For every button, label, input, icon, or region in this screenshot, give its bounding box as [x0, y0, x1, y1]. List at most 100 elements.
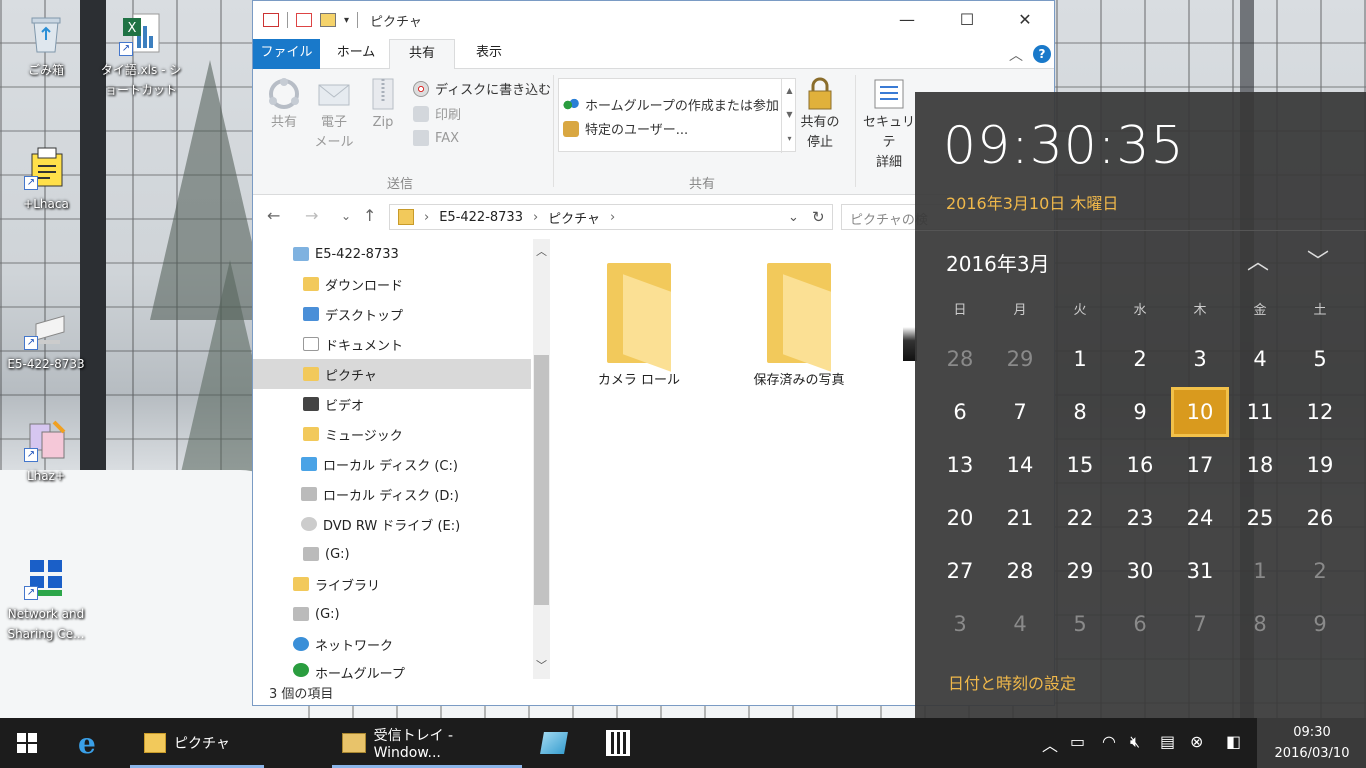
- folder-saved-pictures[interactable]: 保存済みの写真: [729, 263, 869, 388]
- back-arrow-icon[interactable]: ←: [267, 206, 280, 225]
- calendar-day[interactable]: 2: [1111, 334, 1169, 384]
- calendar-day[interactable]: 17: [1171, 440, 1229, 490]
- print-button[interactable]: 印刷: [413, 104, 461, 123]
- fax-button[interactable]: FAX: [413, 130, 459, 146]
- nav-item-documents[interactable]: ドキュメント: [303, 329, 533, 359]
- calendar-day[interactable]: 24: [1171, 493, 1229, 543]
- show-hidden-icons[interactable]: ︿: [1042, 732, 1058, 756]
- desktop-icon-excel-shortcut[interactable]: X ↗ タイ語.xls - ショートカット: [96, 12, 186, 100]
- nav-item-drive-d[interactable]: ローカル ディスク (D:): [301, 479, 533, 509]
- properties-icon[interactable]: [263, 13, 279, 27]
- nav-item-drive-g[interactable]: (G:): [303, 539, 533, 569]
- calendar-day[interactable]: 23: [1111, 493, 1169, 543]
- breadcrumb-computer[interactable]: E5-422-8733: [439, 210, 523, 225]
- next-month-icon[interactable]: ﹀: [1307, 244, 1329, 276]
- new-folder-icon[interactable]: [320, 13, 336, 27]
- tab-view[interactable]: 表示: [459, 39, 519, 69]
- desktop-icon-recycle-bin[interactable]: ごみ箱: [0, 12, 92, 80]
- nav-item-videos[interactable]: ビデオ: [303, 389, 533, 419]
- taskbar-internet-explorer[interactable]: e: [78, 718, 96, 768]
- nav-item-network[interactable]: ネットワーク: [293, 629, 533, 659]
- action-center-icon[interactable]: ▤: [1160, 732, 1175, 751]
- calendar-day[interactable]: 6: [1111, 599, 1169, 649]
- calendar-day[interactable]: 21: [991, 493, 1049, 543]
- taskbar-mail[interactable]: 受信トレイ - Window...: [332, 718, 522, 768]
- nav-item-pictures[interactable]: ピクチャ: [253, 359, 531, 389]
- close-button[interactable]: ✕: [995, 1, 1054, 39]
- specific-users-item[interactable]: 特定のユーザー...: [563, 119, 688, 138]
- share-list-scroll[interactable]: ▲ ▼ ▾: [781, 79, 797, 153]
- calendar-day[interactable]: 13: [931, 440, 989, 490]
- nav-item-homegroup[interactable]: ホームグループ: [293, 659, 533, 679]
- tab-file[interactable]: ファイル: [253, 39, 320, 69]
- desktop-icon-lhaca[interactable]: ↗ +Lhaca: [0, 146, 92, 214]
- taskbar-explorer-pictures[interactable]: ピクチャ: [130, 718, 264, 768]
- calendar-day[interactable]: 8: [1231, 599, 1289, 649]
- calendar-day[interactable]: 20: [931, 493, 989, 543]
- calendar-day[interactable]: 29: [1051, 546, 1109, 596]
- stop-sharing-button[interactable]: 共有の 停止: [798, 77, 842, 153]
- calendar-day[interactable]: 28: [931, 334, 989, 384]
- nav-item-drive-c[interactable]: ローカル ディスク (C:): [301, 449, 533, 479]
- calendar-day[interactable]: 27: [931, 546, 989, 596]
- breadcrumb-pictures[interactable]: ピクチャ: [548, 208, 600, 227]
- taskbar-clock[interactable]: 09:30 2016/03/10: [1262, 722, 1362, 764]
- clock-date[interactable]: 2016年3月10日 木曜日: [946, 190, 1118, 214]
- scroll-down-icon[interactable]: ﹀: [536, 657, 547, 673]
- nav-item-libraries[interactable]: ライブラリ: [293, 569, 533, 599]
- nav-item-desktop[interactable]: デスクトップ: [303, 299, 533, 329]
- calendar-day[interactable]: 9: [1291, 599, 1349, 649]
- address-dropdown-icon[interactable]: ⌄: [788, 210, 799, 225]
- desktop-icon-network-sharing[interactable]: ↗ Network and Sharing Ce...: [0, 556, 92, 644]
- calendar-day-today[interactable]: 10: [1171, 387, 1229, 437]
- calendar-day[interactable]: 3: [1171, 334, 1229, 384]
- homegroup-share-item[interactable]: ホームグループの作成または参加: [563, 95, 779, 114]
- forward-arrow-icon[interactable]: →: [305, 206, 318, 225]
- calendar-day[interactable]: 19: [1291, 440, 1349, 490]
- calendar-day[interactable]: 15: [1051, 440, 1109, 490]
- calendar-day[interactable]: 7: [991, 387, 1049, 437]
- calendar-day[interactable]: 18: [1231, 440, 1289, 490]
- nav-item-dvd-drive[interactable]: DVD RW ドライブ (E:): [301, 509, 533, 539]
- desktop-icon-lhaz[interactable]: ↗ Lhaz+: [0, 418, 92, 486]
- calendar-day[interactable]: 26: [1291, 493, 1349, 543]
- battery-icon[interactable]: ▭: [1070, 732, 1085, 751]
- app-tray-icon[interactable]: ◧: [1226, 732, 1241, 751]
- taskbar-tablet-app[interactable]: [540, 718, 568, 768]
- wifi-icon[interactable]: ◠: [1102, 732, 1116, 751]
- calendar-day[interactable]: 6: [931, 387, 989, 437]
- email-button[interactable]: 電子 メール: [311, 77, 357, 153]
- cancel-circle-icon[interactable]: ⊗: [1190, 732, 1203, 751]
- nav-item-drive-g-root[interactable]: (G:): [293, 599, 533, 629]
- share-button[interactable]: 共有: [263, 77, 305, 133]
- taskbar-calculator[interactable]: [606, 718, 630, 768]
- minimize-button[interactable]: —: [877, 1, 937, 39]
- advanced-security-button[interactable]: セキュリテ 詳細: [859, 77, 919, 173]
- desktop-icon-computer[interactable]: ↗ E5-422-8733: [0, 306, 92, 374]
- calendar-day[interactable]: 5: [1051, 599, 1109, 649]
- calendar-day[interactable]: 28: [991, 546, 1049, 596]
- nav-item-downloads[interactable]: ダウンロード: [303, 269, 533, 299]
- calendar-day[interactable]: 11: [1231, 387, 1289, 437]
- calendar-day[interactable]: 9: [1111, 387, 1169, 437]
- calendar-day[interactable]: 3: [931, 599, 989, 649]
- nav-item-computer[interactable]: E5-422-8733: [293, 239, 533, 269]
- calendar-day[interactable]: 31: [1171, 546, 1229, 596]
- tab-home[interactable]: ホーム: [325, 39, 387, 69]
- help-icon[interactable]: ?: [1033, 45, 1051, 63]
- calendar-day[interactable]: 25: [1231, 493, 1289, 543]
- folder-camera-roll[interactable]: カメラ ロール: [569, 263, 709, 388]
- scroll-up-icon[interactable]: ︿: [536, 243, 547, 259]
- refresh-icon[interactable]: ↻: [812, 208, 825, 226]
- calendar-day[interactable]: 1: [1231, 546, 1289, 596]
- calendar-day[interactable]: 30: [1111, 546, 1169, 596]
- calendar-month[interactable]: 2016年3月: [946, 248, 1050, 277]
- volume-muted-icon[interactable]: 🔇︎: [1130, 732, 1140, 752]
- tab-share[interactable]: 共有: [389, 39, 455, 70]
- calendar-day[interactable]: 8: [1051, 387, 1109, 437]
- calendar-day[interactable]: 12: [1291, 387, 1349, 437]
- collapse-ribbon-icon[interactable]: ︿: [1009, 45, 1023, 65]
- previous-month-icon[interactable]: ︿: [1247, 244, 1269, 276]
- maximize-button[interactable]: ☐: [937, 1, 997, 39]
- calendar-day[interactable]: 4: [1231, 334, 1289, 384]
